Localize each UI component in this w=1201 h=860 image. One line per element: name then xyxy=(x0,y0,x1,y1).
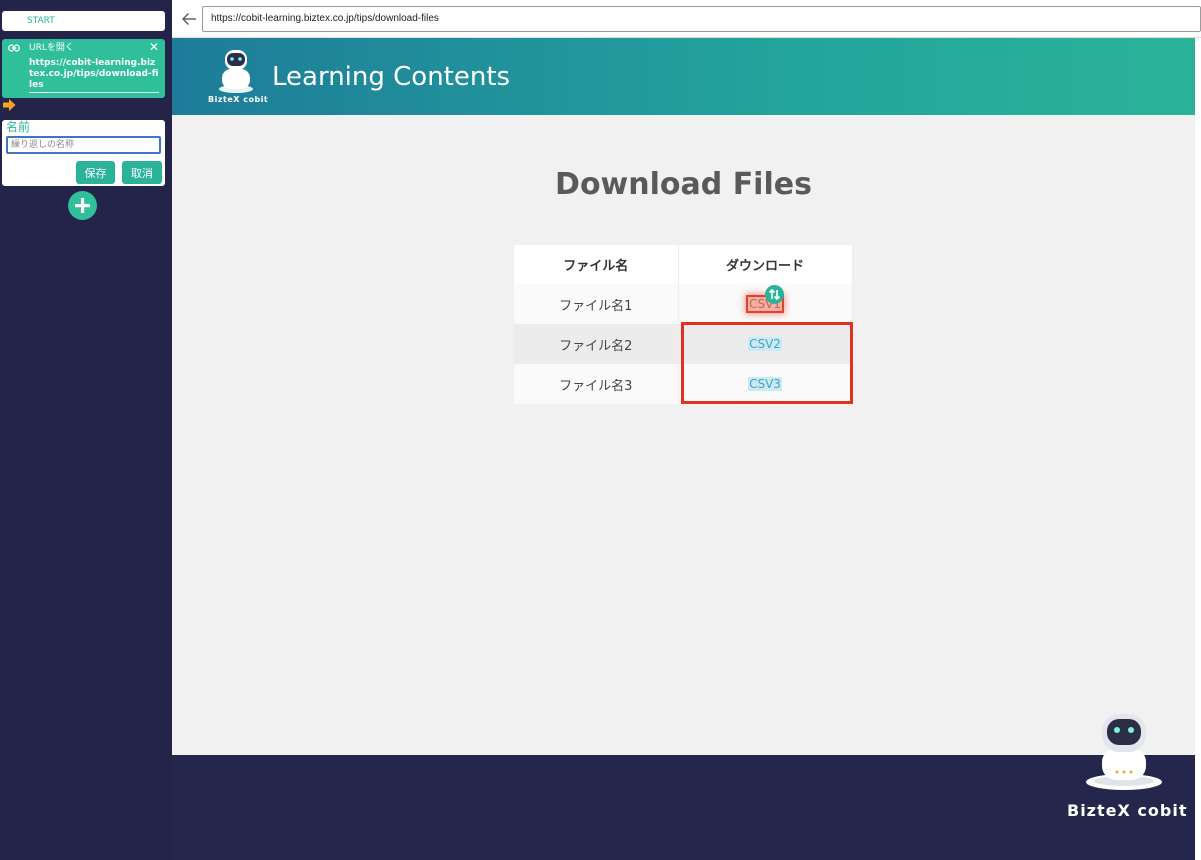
url-input[interactable]: https://cobit-learning.biztex.co.jp/tips… xyxy=(202,6,1201,32)
address-bar: https://cobit-learning.biztex.co.jp/tips… xyxy=(172,0,1201,38)
page-content: Download Files ファイル名 ダウンロード ファイル名1 CSV1 xyxy=(172,115,1195,755)
page-title: Download Files xyxy=(555,167,812,202)
link-icon xyxy=(8,44,20,52)
loop-name-input[interactable] xyxy=(6,136,161,154)
file-name-cell: ファイル名3 xyxy=(514,364,679,404)
robot-logo-icon xyxy=(219,50,253,93)
close-icon[interactable]: ✕ xyxy=(149,40,159,54)
loop-name-form: 名前 保存 取消 xyxy=(2,120,165,186)
table-header-row: ファイル名 ダウンロード xyxy=(514,245,853,284)
browser-window: https://cobit-learning.biztex.co.jp/tips… xyxy=(172,0,1201,860)
download-cell: CSV1 xyxy=(678,284,853,324)
logo-text: BizteX cobit xyxy=(208,95,269,104)
site-header: BizteX cobit Learning Contents xyxy=(172,38,1195,115)
open-url-value[interactable]: https://cobit-learning.biztex.co.jp/tips… xyxy=(29,58,159,93)
add-step-button[interactable] xyxy=(68,191,97,220)
robot-mascot-icon xyxy=(1086,714,1162,790)
table-row: ファイル名1 CSV1 xyxy=(514,284,853,324)
cancel-button[interactable]: 取消 xyxy=(122,161,162,184)
plus-icon xyxy=(75,198,90,213)
robot-editor-panel: START URLを開く ✕ https://cobit-learning.bi… xyxy=(0,0,172,860)
save-button[interactable]: 保存 xyxy=(76,161,115,184)
open-url-step[interactable]: URLを開く ✕ https://cobit-learning.biztex.c… xyxy=(2,39,165,98)
column-header: ファイル名 xyxy=(514,245,679,284)
highlighted-link-wrapper: CSV1 xyxy=(746,284,785,313)
arrow-right-icon xyxy=(3,99,16,111)
file-name-cell: ファイル名2 xyxy=(514,324,679,364)
scrollbar-track[interactable] xyxy=(1195,38,1201,860)
start-label: START xyxy=(27,16,55,26)
start-block[interactable]: START xyxy=(2,11,165,31)
file-name-cell: ファイル名1 xyxy=(514,284,679,324)
back-arrow-icon[interactable] xyxy=(181,12,197,26)
site-footer xyxy=(172,755,1195,860)
site-title[interactable]: Learning Contents xyxy=(272,60,510,94)
selection-highlight-box xyxy=(681,322,853,404)
column-header: ダウンロード xyxy=(678,245,853,284)
open-url-title: URLを開く xyxy=(29,43,74,53)
footer-logo-text: BizteX cobit xyxy=(1067,801,1188,820)
name-label: 名前 xyxy=(6,120,31,134)
swap-icon xyxy=(765,284,785,304)
